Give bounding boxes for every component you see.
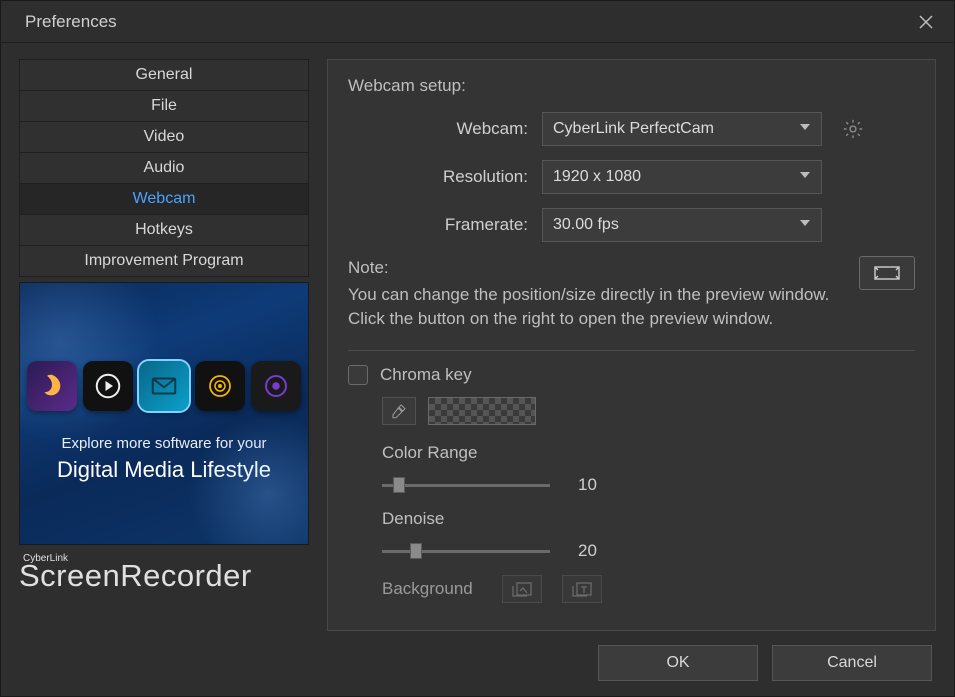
- promo-icons-row: [20, 361, 308, 411]
- section-title: Webcam setup:: [348, 76, 915, 96]
- promo-app-icon: [83, 361, 133, 411]
- sidebar-item-video[interactable]: Video: [19, 121, 309, 153]
- sidebar-item-file[interactable]: File: [19, 90, 309, 122]
- promo-app-icon: [27, 361, 77, 411]
- settings-panel: Webcam setup: Webcam: CyberLink PerfectC…: [327, 59, 936, 631]
- image-remove-icon: [571, 581, 593, 597]
- sidebar-item-improvement-program[interactable]: Improvement Program: [19, 245, 309, 277]
- sidebar-item-label: Improvement Program: [84, 252, 243, 270]
- chroma-key-checkbox[interactable]: [348, 365, 368, 385]
- note-body: You can change the position/size directl…: [348, 283, 843, 332]
- background-remove-button[interactable]: [562, 575, 602, 603]
- chroma-key-label: Chroma key: [380, 365, 472, 385]
- sidebar: General File Video Audio Webcam Hotkeys …: [19, 59, 309, 631]
- dialog-footer: OK Cancel: [1, 631, 954, 695]
- close-button[interactable]: [914, 10, 938, 34]
- resolution-label: Resolution:: [348, 167, 528, 187]
- promo-text-line1: Explore more software for your: [20, 435, 308, 452]
- image-add-icon: [511, 581, 533, 597]
- promo-banner[interactable]: Explore more software for your Digital M…: [19, 282, 309, 545]
- sidebar-item-general[interactable]: General: [19, 59, 309, 91]
- webcam-select-value: CyberLink PerfectCam: [553, 120, 714, 138]
- preview-window-icon: [874, 264, 900, 282]
- color-range-label: Color Range: [382, 443, 915, 463]
- framerate-label: Framerate:: [348, 215, 528, 235]
- denoise-value: 20: [578, 541, 608, 561]
- note-label: Note:: [348, 256, 843, 281]
- titlebar: Preferences: [1, 1, 954, 43]
- denoise-slider[interactable]: [382, 541, 550, 561]
- chevron-down-icon: [799, 216, 811, 234]
- promo-app-icon: [251, 361, 301, 411]
- ok-button-label: OK: [666, 654, 689, 672]
- eyedropper-button[interactable]: [382, 397, 416, 425]
- ok-button[interactable]: OK: [598, 645, 758, 681]
- webcam-settings-button[interactable]: [836, 112, 870, 146]
- brand-big: ScreenRecorder: [19, 558, 309, 594]
- cancel-button-label: Cancel: [827, 654, 877, 672]
- color-range-slider[interactable]: [382, 475, 550, 495]
- sidebar-item-label: Webcam: [133, 190, 196, 208]
- framerate-select[interactable]: 30.00 fps: [542, 208, 822, 242]
- sidebar-item-webcam[interactable]: Webcam: [19, 183, 309, 215]
- background-add-button[interactable]: [502, 575, 542, 603]
- chevron-down-icon: [799, 168, 811, 186]
- sidebar-nav: General File Video Audio Webcam Hotkeys …: [19, 59, 309, 276]
- sidebar-item-label: Video: [144, 128, 185, 146]
- gear-icon: [842, 118, 864, 140]
- sidebar-item-hotkeys[interactable]: Hotkeys: [19, 214, 309, 246]
- denoise-label: Denoise: [382, 509, 915, 529]
- cancel-button[interactable]: Cancel: [772, 645, 932, 681]
- webcam-label: Webcam:: [348, 119, 528, 139]
- promo-app-icon: [195, 361, 245, 411]
- background-label: Background: [382, 579, 482, 599]
- webcam-select[interactable]: CyberLink PerfectCam: [542, 112, 822, 146]
- sidebar-item-label: General: [136, 66, 193, 84]
- sidebar-item-label: File: [151, 97, 177, 115]
- resolution-select[interactable]: 1920 x 1080: [542, 160, 822, 194]
- divider: [348, 350, 915, 351]
- sidebar-item-label: Hotkeys: [135, 221, 193, 239]
- framerate-select-value: 30.00 fps: [553, 216, 619, 234]
- sidebar-item-audio[interactable]: Audio: [19, 152, 309, 184]
- chevron-down-icon: [799, 120, 811, 138]
- open-preview-button[interactable]: [859, 256, 915, 290]
- promo-app-icon-selected: [139, 361, 189, 411]
- sidebar-item-label: Audio: [144, 159, 185, 177]
- color-range-value: 10: [578, 475, 608, 495]
- promo-text-line2: Digital Media Lifestyle: [20, 457, 308, 483]
- eyedropper-icon: [390, 402, 408, 420]
- close-icon: [918, 14, 934, 30]
- brand-logo: CyberLink ScreenRecorder: [19, 553, 309, 594]
- window-title: Preferences: [25, 12, 117, 32]
- resolution-select-value: 1920 x 1080: [553, 168, 641, 186]
- chroma-color-swatch[interactable]: [428, 397, 536, 425]
